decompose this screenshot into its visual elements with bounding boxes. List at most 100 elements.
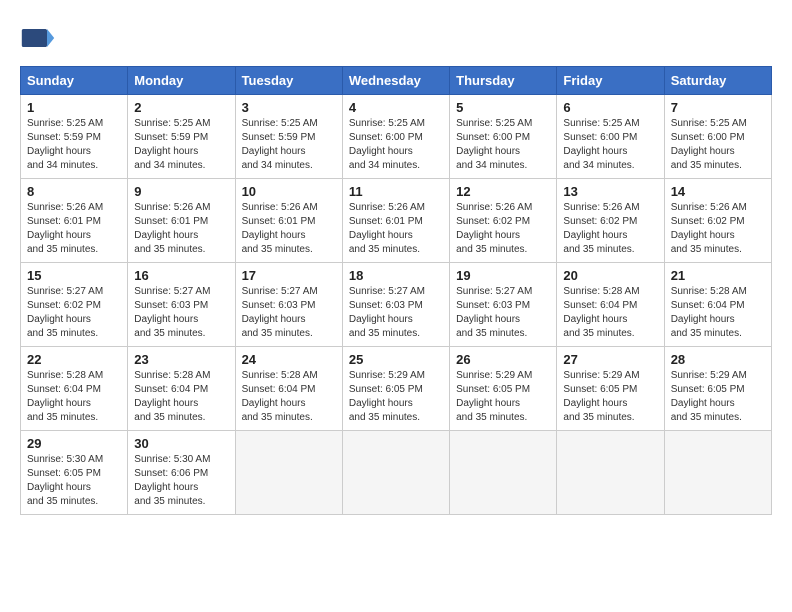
day-info: Sunrise: 5:26 AM Sunset: 6:01 PM Dayligh… bbox=[27, 201, 121, 257]
day-number: 9 bbox=[134, 184, 228, 199]
calendar-cell bbox=[557, 431, 664, 515]
day-number: 6 bbox=[563, 100, 657, 115]
calendar-cell: 6 Sunrise: 5:25 AM Sunset: 6:00 PM Dayli… bbox=[557, 95, 664, 179]
day-number: 19 bbox=[456, 268, 550, 283]
calendar-cell: 25 Sunrise: 5:29 AM Sunset: 6:05 PM Dayl… bbox=[342, 347, 449, 431]
calendar-cell: 20 Sunrise: 5:28 AM Sunset: 6:04 PM Dayl… bbox=[557, 263, 664, 347]
calendar-cell: 4 Sunrise: 5:25 AM Sunset: 6:00 PM Dayli… bbox=[342, 95, 449, 179]
calendar-cell: 21 Sunrise: 5:28 AM Sunset: 6:04 PM Dayl… bbox=[664, 263, 771, 347]
day-info: Sunrise: 5:30 AM Sunset: 6:06 PM Dayligh… bbox=[134, 453, 228, 509]
day-info: Sunrise: 5:25 AM Sunset: 5:59 PM Dayligh… bbox=[242, 117, 336, 173]
day-number: 26 bbox=[456, 352, 550, 367]
logo-icon bbox=[20, 20, 56, 56]
calendar-cell: 14 Sunrise: 5:26 AM Sunset: 6:02 PM Dayl… bbox=[664, 179, 771, 263]
day-number: 8 bbox=[27, 184, 121, 199]
calendar-week-3: 15 Sunrise: 5:27 AM Sunset: 6:02 PM Dayl… bbox=[21, 263, 772, 347]
calendar-cell: 8 Sunrise: 5:26 AM Sunset: 6:01 PM Dayli… bbox=[21, 179, 128, 263]
calendar-cell bbox=[342, 431, 449, 515]
day-number: 2 bbox=[134, 100, 228, 115]
day-number: 1 bbox=[27, 100, 121, 115]
day-info: Sunrise: 5:29 AM Sunset: 6:05 PM Dayligh… bbox=[456, 369, 550, 425]
logo bbox=[20, 20, 62, 56]
day-info: Sunrise: 5:29 AM Sunset: 6:05 PM Dayligh… bbox=[349, 369, 443, 425]
day-info: Sunrise: 5:26 AM Sunset: 6:02 PM Dayligh… bbox=[563, 201, 657, 257]
calendar-cell: 22 Sunrise: 5:28 AM Sunset: 6:04 PM Dayl… bbox=[21, 347, 128, 431]
day-header-tuesday: Tuesday bbox=[235, 67, 342, 95]
day-info: Sunrise: 5:27 AM Sunset: 6:02 PM Dayligh… bbox=[27, 285, 121, 341]
day-number: 16 bbox=[134, 268, 228, 283]
calendar-cell: 3 Sunrise: 5:25 AM Sunset: 5:59 PM Dayli… bbox=[235, 95, 342, 179]
day-info: Sunrise: 5:30 AM Sunset: 6:05 PM Dayligh… bbox=[27, 453, 121, 509]
calendar-cell: 17 Sunrise: 5:27 AM Sunset: 6:03 PM Dayl… bbox=[235, 263, 342, 347]
day-header-monday: Monday bbox=[128, 67, 235, 95]
calendar-cell: 9 Sunrise: 5:26 AM Sunset: 6:01 PM Dayli… bbox=[128, 179, 235, 263]
day-number: 28 bbox=[671, 352, 765, 367]
day-info: Sunrise: 5:28 AM Sunset: 6:04 PM Dayligh… bbox=[671, 285, 765, 341]
day-info: Sunrise: 5:27 AM Sunset: 6:03 PM Dayligh… bbox=[456, 285, 550, 341]
calendar-header-row: SundayMondayTuesdayWednesdayThursdayFrid… bbox=[21, 67, 772, 95]
calendar-cell: 29 Sunrise: 5:30 AM Sunset: 6:05 PM Dayl… bbox=[21, 431, 128, 515]
calendar-week-2: 8 Sunrise: 5:26 AM Sunset: 6:01 PM Dayli… bbox=[21, 179, 772, 263]
calendar-cell bbox=[450, 431, 557, 515]
day-info: Sunrise: 5:26 AM Sunset: 6:01 PM Dayligh… bbox=[134, 201, 228, 257]
page-header bbox=[20, 20, 772, 56]
day-header-saturday: Saturday bbox=[664, 67, 771, 95]
calendar-cell: 13 Sunrise: 5:26 AM Sunset: 6:02 PM Dayl… bbox=[557, 179, 664, 263]
day-number: 12 bbox=[456, 184, 550, 199]
day-info: Sunrise: 5:25 AM Sunset: 6:00 PM Dayligh… bbox=[349, 117, 443, 173]
day-number: 27 bbox=[563, 352, 657, 367]
calendar-cell bbox=[664, 431, 771, 515]
calendar-cell: 30 Sunrise: 5:30 AM Sunset: 6:06 PM Dayl… bbox=[128, 431, 235, 515]
calendar-cell: 23 Sunrise: 5:28 AM Sunset: 6:04 PM Dayl… bbox=[128, 347, 235, 431]
day-info: Sunrise: 5:27 AM Sunset: 6:03 PM Dayligh… bbox=[242, 285, 336, 341]
calendar-cell: 26 Sunrise: 5:29 AM Sunset: 6:05 PM Dayl… bbox=[450, 347, 557, 431]
day-number: 11 bbox=[349, 184, 443, 199]
day-info: Sunrise: 5:25 AM Sunset: 6:00 PM Dayligh… bbox=[671, 117, 765, 173]
day-number: 20 bbox=[563, 268, 657, 283]
day-number: 3 bbox=[242, 100, 336, 115]
day-number: 25 bbox=[349, 352, 443, 367]
calendar-week-1: 1 Sunrise: 5:25 AM Sunset: 5:59 PM Dayli… bbox=[21, 95, 772, 179]
day-header-wednesday: Wednesday bbox=[342, 67, 449, 95]
day-info: Sunrise: 5:26 AM Sunset: 6:02 PM Dayligh… bbox=[456, 201, 550, 257]
day-header-sunday: Sunday bbox=[21, 67, 128, 95]
day-number: 17 bbox=[242, 268, 336, 283]
day-number: 10 bbox=[242, 184, 336, 199]
day-number: 21 bbox=[671, 268, 765, 283]
day-info: Sunrise: 5:25 AM Sunset: 5:59 PM Dayligh… bbox=[27, 117, 121, 173]
day-info: Sunrise: 5:26 AM Sunset: 6:01 PM Dayligh… bbox=[349, 201, 443, 257]
day-number: 29 bbox=[27, 436, 121, 451]
calendar-cell bbox=[235, 431, 342, 515]
day-header-thursday: Thursday bbox=[450, 67, 557, 95]
day-info: Sunrise: 5:25 AM Sunset: 6:00 PM Dayligh… bbox=[456, 117, 550, 173]
day-number: 24 bbox=[242, 352, 336, 367]
calendar-cell: 27 Sunrise: 5:29 AM Sunset: 6:05 PM Dayl… bbox=[557, 347, 664, 431]
calendar-cell: 11 Sunrise: 5:26 AM Sunset: 6:01 PM Dayl… bbox=[342, 179, 449, 263]
calendar-cell: 5 Sunrise: 5:25 AM Sunset: 6:00 PM Dayli… bbox=[450, 95, 557, 179]
day-info: Sunrise: 5:28 AM Sunset: 6:04 PM Dayligh… bbox=[563, 285, 657, 341]
day-info: Sunrise: 5:27 AM Sunset: 6:03 PM Dayligh… bbox=[134, 285, 228, 341]
day-number: 30 bbox=[134, 436, 228, 451]
day-number: 15 bbox=[27, 268, 121, 283]
calendar-cell: 7 Sunrise: 5:25 AM Sunset: 6:00 PM Dayli… bbox=[664, 95, 771, 179]
day-number: 14 bbox=[671, 184, 765, 199]
day-info: Sunrise: 5:26 AM Sunset: 6:01 PM Dayligh… bbox=[242, 201, 336, 257]
day-info: Sunrise: 5:28 AM Sunset: 6:04 PM Dayligh… bbox=[27, 369, 121, 425]
calendar-table: SundayMondayTuesdayWednesdayThursdayFrid… bbox=[20, 66, 772, 515]
calendar-cell: 19 Sunrise: 5:27 AM Sunset: 6:03 PM Dayl… bbox=[450, 263, 557, 347]
day-number: 4 bbox=[349, 100, 443, 115]
day-info: Sunrise: 5:28 AM Sunset: 6:04 PM Dayligh… bbox=[134, 369, 228, 425]
day-number: 23 bbox=[134, 352, 228, 367]
day-number: 13 bbox=[563, 184, 657, 199]
day-number: 22 bbox=[27, 352, 121, 367]
calendar-cell: 10 Sunrise: 5:26 AM Sunset: 6:01 PM Dayl… bbox=[235, 179, 342, 263]
calendar-cell: 2 Sunrise: 5:25 AM Sunset: 5:59 PM Dayli… bbox=[128, 95, 235, 179]
calendar-cell: 15 Sunrise: 5:27 AM Sunset: 6:02 PM Dayl… bbox=[21, 263, 128, 347]
day-info: Sunrise: 5:26 AM Sunset: 6:02 PM Dayligh… bbox=[671, 201, 765, 257]
calendar-week-5: 29 Sunrise: 5:30 AM Sunset: 6:05 PM Dayl… bbox=[21, 431, 772, 515]
calendar-cell: 28 Sunrise: 5:29 AM Sunset: 6:05 PM Dayl… bbox=[664, 347, 771, 431]
day-info: Sunrise: 5:25 AM Sunset: 6:00 PM Dayligh… bbox=[563, 117, 657, 173]
day-info: Sunrise: 5:28 AM Sunset: 6:04 PM Dayligh… bbox=[242, 369, 336, 425]
day-header-friday: Friday bbox=[557, 67, 664, 95]
calendar-cell: 18 Sunrise: 5:27 AM Sunset: 6:03 PM Dayl… bbox=[342, 263, 449, 347]
